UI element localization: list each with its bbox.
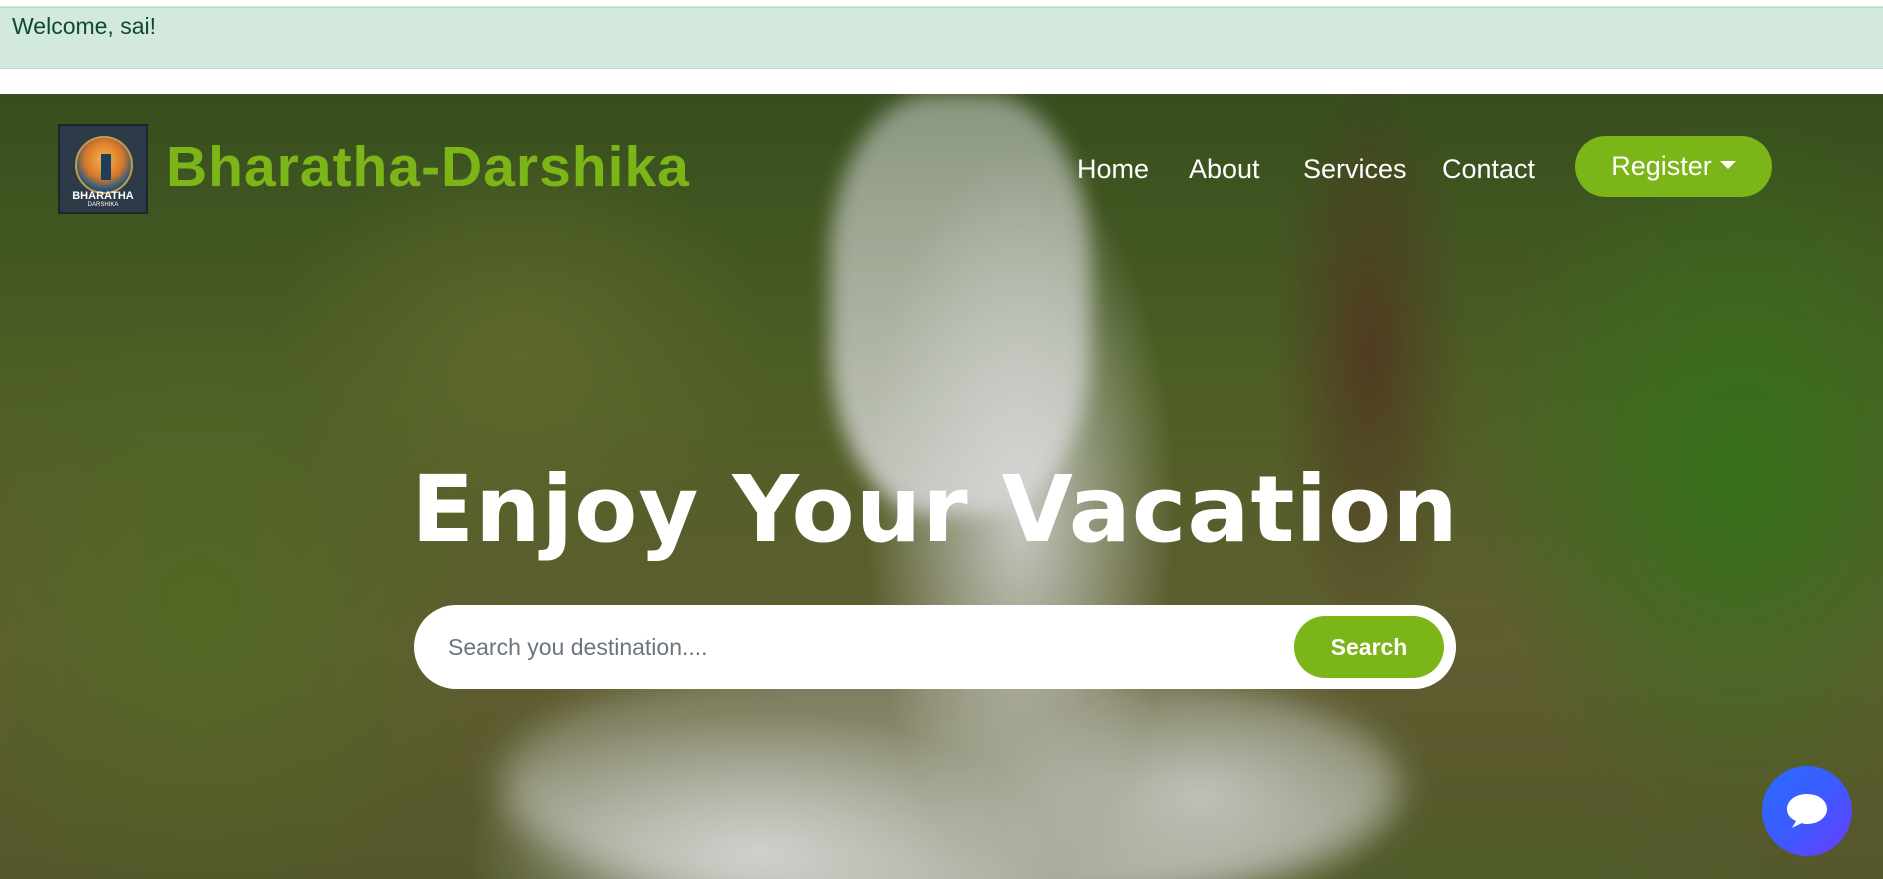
logo-emblem-icon (75, 136, 133, 194)
site-logo[interactable]: BHARATHA DARSHIKA (58, 124, 148, 214)
nav-services[interactable]: Services (1303, 154, 1407, 185)
chat-bubble-icon (1787, 794, 1827, 828)
logo-text: BHARATHA (72, 190, 134, 202)
caret-down-icon (1719, 160, 1736, 169)
register-dropdown-button[interactable]: Register (1575, 136, 1772, 197)
logo-subtext: DARSHIKA (87, 202, 119, 208)
search-input[interactable] (448, 625, 1268, 669)
temple-icon (101, 154, 111, 180)
search-bar: Search (414, 605, 1456, 689)
search-button[interactable]: Search (1294, 616, 1444, 678)
hero-headline: Enjoy Your Vacation (411, 456, 1459, 563)
hero-section: BHARATHA DARSHIKA Bharatha-Darshika Home… (0, 94, 1883, 879)
welcome-text: Welcome, sai! (12, 13, 157, 39)
navbar: BHARATHA DARSHIKA Bharatha-Darshika Home… (0, 124, 1883, 214)
nav-contact[interactable]: Contact (1442, 154, 1535, 185)
welcome-alert: Welcome, sai! (0, 7, 1883, 69)
register-label: Register (1611, 151, 1712, 181)
chat-button[interactable] (1762, 766, 1852, 856)
nav-home[interactable]: Home (1077, 154, 1149, 185)
brand-name[interactable]: Bharatha-Darshika (166, 134, 690, 200)
nav-about[interactable]: About (1189, 154, 1260, 185)
